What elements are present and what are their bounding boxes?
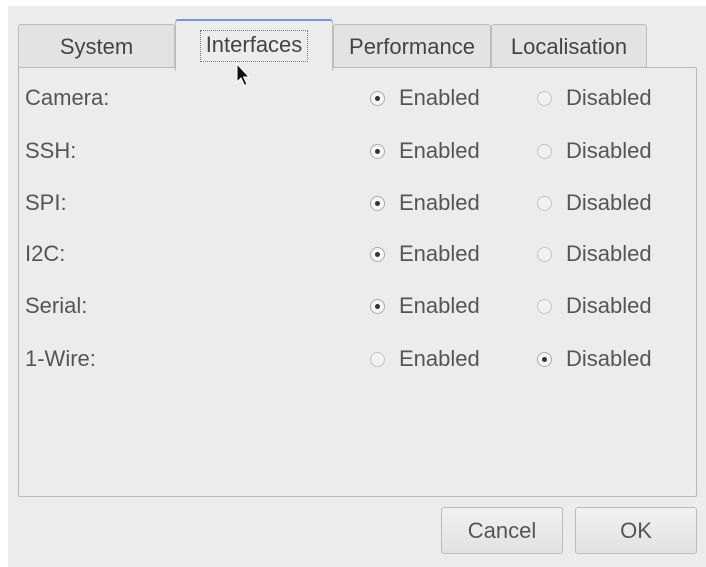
interface-row-1-wire: 1-Wire: Enabled Disabled	[19, 339, 696, 379]
interface-label: Serial:	[25, 293, 88, 318]
interface-label: Camera:	[25, 85, 110, 110]
radio-label: Disabled	[566, 85, 652, 110]
radio-unselected-icon	[537, 246, 552, 262]
radio-label: Disabled	[566, 293, 652, 318]
interface-row-spi: SPI: Enabled Disabled	[19, 183, 696, 223]
radio-selected-icon	[370, 195, 385, 211]
tab-localisation[interactable]: Localisation	[491, 24, 647, 68]
radio-unselected-icon	[370, 351, 385, 367]
tab-system-label: System	[59, 33, 134, 59]
1-wire-enabled-radio[interactable]: Enabled	[370, 339, 480, 379]
cancel-button-label: Cancel	[467, 517, 537, 543]
ssh-enabled-radio[interactable]: Enabled	[370, 131, 480, 171]
tab-interfaces-label: Interfaces	[199, 30, 309, 62]
radio-unselected-icon	[537, 195, 552, 211]
radio-selected-icon	[370, 90, 385, 106]
radio-label: Enabled	[399, 293, 480, 318]
interface-label: I2C:	[25, 241, 66, 266]
radio-label: Disabled	[566, 190, 652, 215]
tab-performance[interactable]: Performance	[333, 24, 491, 68]
interface-row-i2c: I2C: Enabled Disabled	[19, 234, 696, 274]
radio-label: Enabled	[399, 346, 480, 371]
interfaces-panel: Camera: Enabled Disabled SSH: Enabled Di…	[18, 67, 697, 497]
1-wire-disabled-radio[interactable]: Disabled	[537, 339, 652, 379]
radio-unselected-icon	[537, 90, 552, 106]
i2c-enabled-radio[interactable]: Enabled	[370, 234, 480, 274]
radio-selected-icon	[370, 298, 385, 314]
mouse-pointer-icon	[236, 63, 251, 87]
ok-button[interactable]: OK	[575, 507, 697, 554]
serial-enabled-radio[interactable]: Enabled	[370, 286, 480, 326]
radio-selected-icon	[537, 351, 552, 367]
interface-label: SSH:	[25, 138, 77, 163]
radio-selected-icon	[370, 246, 385, 262]
radio-label: Enabled	[399, 241, 480, 266]
serial-disabled-radio[interactable]: Disabled	[537, 286, 652, 326]
radio-label: Enabled	[399, 85, 480, 110]
radio-selected-icon	[370, 143, 385, 159]
radio-label: Disabled	[566, 138, 652, 163]
raspberry-pi-configuration-dialog: System Interfaces Performance Localisati…	[8, 6, 706, 567]
radio-label: Enabled	[399, 190, 480, 215]
radio-label: Enabled	[399, 138, 480, 163]
interface-row-camera: Camera: Enabled Disabled	[19, 78, 696, 118]
radio-unselected-icon	[537, 298, 552, 314]
tab-performance-label: Performance	[349, 33, 475, 59]
cancel-button[interactable]: Cancel	[441, 507, 563, 554]
interface-label: SPI:	[25, 190, 67, 215]
spi-disabled-radio[interactable]: Disabled	[537, 183, 652, 223]
tab-system[interactable]: System	[18, 24, 175, 68]
tab-interfaces[interactable]: Interfaces	[175, 19, 333, 71]
radio-label: Disabled	[566, 241, 652, 266]
radio-label: Disabled	[566, 346, 652, 371]
interface-row-serial: Serial: Enabled Disabled	[19, 286, 696, 326]
spi-enabled-radio[interactable]: Enabled	[370, 183, 480, 223]
camera-enabled-radio[interactable]: Enabled	[370, 78, 480, 118]
interface-row-ssh: SSH: Enabled Disabled	[19, 131, 696, 171]
ssh-disabled-radio[interactable]: Disabled	[537, 131, 652, 171]
interface-label: 1-Wire:	[25, 346, 96, 371]
ok-button-label: OK	[620, 517, 652, 543]
camera-disabled-radio[interactable]: Disabled	[537, 78, 652, 118]
radio-unselected-icon	[537, 143, 552, 159]
i2c-disabled-radio[interactable]: Disabled	[537, 234, 652, 274]
tab-localisation-label: Localisation	[510, 33, 628, 59]
